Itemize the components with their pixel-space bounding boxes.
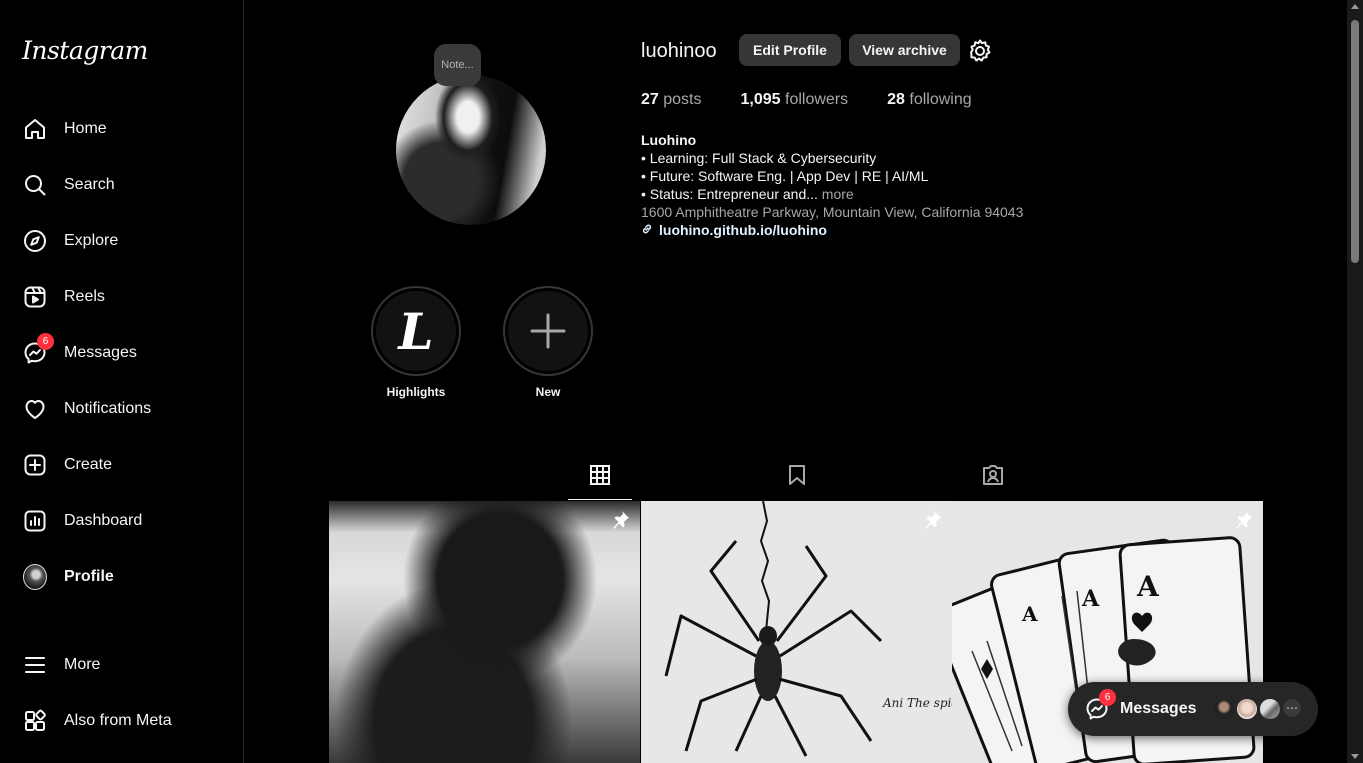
bio-line: • Learning: Full Stack & Cybersecurity — [641, 150, 877, 166]
bio-address: 1600 Amphitheatre Parkway, Mountain View… — [641, 204, 1024, 220]
sidebar-item-label: Search — [64, 176, 115, 193]
bio-website-link[interactable]: luohino.github.io/luohino — [641, 221, 1023, 239]
note-bubble[interactable]: Note... — [434, 44, 481, 86]
sidebar-item-label: More — [64, 656, 101, 673]
scroll-down-arrow[interactable] — [1351, 754, 1359, 759]
home-icon — [23, 117, 47, 141]
profile-tabs — [329, 455, 1263, 501]
sidebar-item-label: Home — [64, 120, 107, 137]
profile-picture[interactable] — [396, 75, 546, 225]
avatar — [1235, 697, 1259, 721]
reels-icon — [23, 285, 47, 309]
sidebar-item-label: Messages — [64, 344, 137, 361]
sidebar-item-create[interactable]: Create — [12, 441, 232, 489]
tab-saved[interactable] — [765, 455, 829, 500]
sidebar-item-label: Also from Meta — [64, 712, 172, 729]
pin-icon — [610, 510, 630, 535]
svg-text:Ani The spide: Ani The spide — [882, 696, 952, 710]
svg-text:A: A — [1081, 586, 1100, 612]
post-thumbnail[interactable]: Ani The spide — [641, 501, 952, 763]
scrollbar-thumb[interactable] — [1351, 20, 1359, 263]
tab-posts[interactable] — [568, 455, 632, 500]
sidebar-item-search[interactable]: Search — [12, 161, 232, 209]
sidebar-item-label: Explore — [64, 232, 119, 249]
highlight-cover: L — [376, 291, 456, 371]
sidebar-item-also-from-meta[interactable]: Also from Meta — [12, 697, 232, 745]
following-stat[interactable]: 28 following — [887, 91, 972, 109]
bio-more-link[interactable]: more — [822, 186, 854, 202]
sidebar: Instagram Home Search Explore Reels 6 Me… — [0, 0, 244, 763]
sidebar-item-messages[interactable]: 6 Messages — [12, 329, 232, 377]
sidebar-item-label: Notifications — [64, 400, 152, 417]
highlight-label: Highlights — [386, 385, 446, 399]
sidebar-item-label: Profile — [64, 568, 114, 585]
post-thumbnail[interactable] — [329, 501, 640, 763]
pin-icon — [922, 510, 942, 535]
profile-username: luohinoo — [641, 40, 717, 62]
heart-icon — [23, 397, 47, 421]
bio-name: Luohino — [641, 132, 697, 148]
dashboard-icon — [23, 509, 47, 533]
view-archive-button[interactable]: View archive — [849, 34, 960, 66]
pin-icon — [1233, 510, 1253, 535]
settings-gear-icon[interactable] — [967, 38, 993, 64]
bio-line: • Status: Entrepreneur and... more — [641, 186, 854, 202]
svg-text:A: A — [1021, 602, 1038, 626]
sidebar-item-more[interactable]: More — [12, 641, 232, 689]
highlight-item[interactable]: L Highlights — [371, 286, 461, 399]
avatar — [23, 564, 47, 590]
recent-chat-avatars: ⋯ — [1212, 697, 1303, 721]
search-icon — [23, 173, 47, 197]
sidebar-item-label: Reels — [64, 288, 105, 305]
messages-badge: 6 — [1099, 689, 1116, 706]
highlight-label: New — [535, 385, 561, 399]
more-icon: ⋯ — [1281, 697, 1303, 719]
sidebar-item-dashboard[interactable]: Dashboard — [12, 497, 232, 545]
plus-icon — [508, 291, 588, 371]
messenger-icon: 6 — [23, 333, 54, 365]
messages-floating-button[interactable]: 6 Messages ⋯ — [1068, 682, 1318, 736]
followers-stat[interactable]: 1,095 followers — [741, 91, 849, 109]
spider-drawing: Ani The spide — [664, 501, 952, 757]
profile-stats: 27 posts 1,095 followers 28 following — [641, 91, 972, 109]
menu-icon — [23, 653, 47, 677]
profile-bio: Luohino • Learning: Full Stack & Cyberse… — [641, 131, 1023, 239]
sidebar-item-profile[interactable]: Profile — [12, 553, 232, 601]
bio-line: • Future: Software Eng. | App Dev | RE |… — [641, 168, 929, 184]
svg-text:A: A — [1136, 570, 1160, 603]
avatar — [1258, 697, 1282, 721]
sidebar-item-label: Create — [64, 456, 113, 473]
messages-pill-label: Messages — [1120, 700, 1197, 717]
messenger-icon: 6 — [1085, 689, 1116, 721]
new-highlight-button[interactable]: New — [503, 286, 593, 399]
scroll-up-arrow[interactable] — [1351, 4, 1359, 9]
instagram-logo[interactable]: Instagram — [22, 36, 148, 65]
sidebar-item-notifications[interactable]: Notifications — [12, 385, 232, 433]
bookmark-icon — [786, 464, 808, 491]
meta-apps-icon — [23, 709, 47, 733]
avatar — [1212, 697, 1236, 721]
messages-badge: 6 — [37, 333, 54, 350]
plus-square-icon — [23, 453, 47, 477]
sidebar-item-explore[interactable]: Explore — [12, 217, 232, 265]
tagged-icon — [981, 463, 1005, 492]
posts-stat[interactable]: 27 posts — [641, 91, 702, 109]
grid-icon — [589, 464, 611, 491]
compass-icon — [23, 229, 47, 253]
tab-tagged[interactable] — [961, 455, 1025, 500]
sidebar-item-label: Dashboard — [64, 512, 143, 529]
page-scrollbar[interactable] — [1347, 0, 1363, 763]
sidebar-item-reels[interactable]: Reels — [12, 273, 232, 321]
link-icon — [641, 221, 653, 239]
edit-profile-button[interactable]: Edit Profile — [739, 34, 841, 66]
sidebar-item-home[interactable]: Home — [12, 105, 232, 153]
